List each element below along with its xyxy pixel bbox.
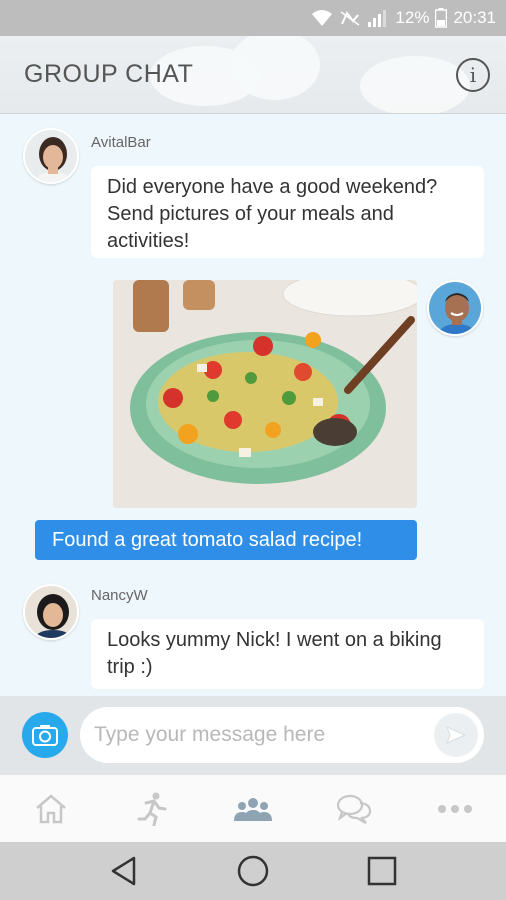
activity-icon [137, 792, 167, 826]
home-circle-icon [237, 855, 269, 887]
back-icon [112, 856, 136, 886]
camera-icon[interactable] [22, 712, 68, 758]
page-title: GROUP CHAT [24, 60, 194, 88]
system-nav-bar [0, 842, 506, 900]
home-button[interactable] [223, 846, 283, 896]
message-username: NancyW [91, 587, 148, 604]
recents-icon [367, 856, 396, 886]
header-cloud [360, 56, 470, 113]
message-bubble[interactable]: Looks yummy Nick! I went on a biking tri… [91, 619, 484, 689]
message-input-wrapper [80, 707, 484, 763]
battery-level: 12% [395, 8, 430, 27]
group-icon [233, 797, 272, 821]
message-username: AvitalBar [91, 134, 151, 151]
recents-button[interactable] [352, 846, 412, 896]
message-caption[interactable]: Found a great tomato salad recipe! [35, 520, 417, 560]
bottom-tab-bar [0, 774, 506, 842]
avatar-nick[interactable] [427, 280, 483, 336]
header-cloud [230, 36, 320, 100]
message-composer [0, 696, 506, 774]
app-header: GROUP CHAT i [0, 36, 506, 114]
home-icon [35, 793, 66, 823]
message-input[interactable] [94, 723, 434, 747]
clock: 20:31 [453, 8, 496, 27]
status-bar: 12% 20:31 [0, 0, 506, 36]
send-icon[interactable] [434, 713, 478, 757]
back-button[interactable] [94, 846, 154, 896]
avatar-avitalbar[interactable] [23, 128, 79, 184]
message-bubble[interactable]: Did everyone have a good weekend? Send p… [91, 166, 484, 258]
tab-home[interactable] [16, 779, 86, 839]
tab-chat[interactable] [319, 779, 389, 839]
tab-activity[interactable] [117, 779, 187, 839]
avatar-nancyw[interactable] [23, 584, 79, 640]
tab-group[interactable] [218, 779, 288, 839]
tomato-salad-photo[interactable] [113, 280, 417, 508]
chat-icon [337, 794, 372, 824]
wifi-icon [312, 10, 333, 26]
more-icon [438, 804, 473, 813]
no-sim-icon [340, 11, 360, 26]
chat-feed[interactable]: AvitalBar Did everyone have a good weeke… [0, 114, 506, 696]
tab-more[interactable] [420, 779, 490, 839]
info-icon[interactable]: i [456, 57, 490, 92]
signal-icon [368, 10, 387, 27]
battery-icon [435, 8, 448, 28]
